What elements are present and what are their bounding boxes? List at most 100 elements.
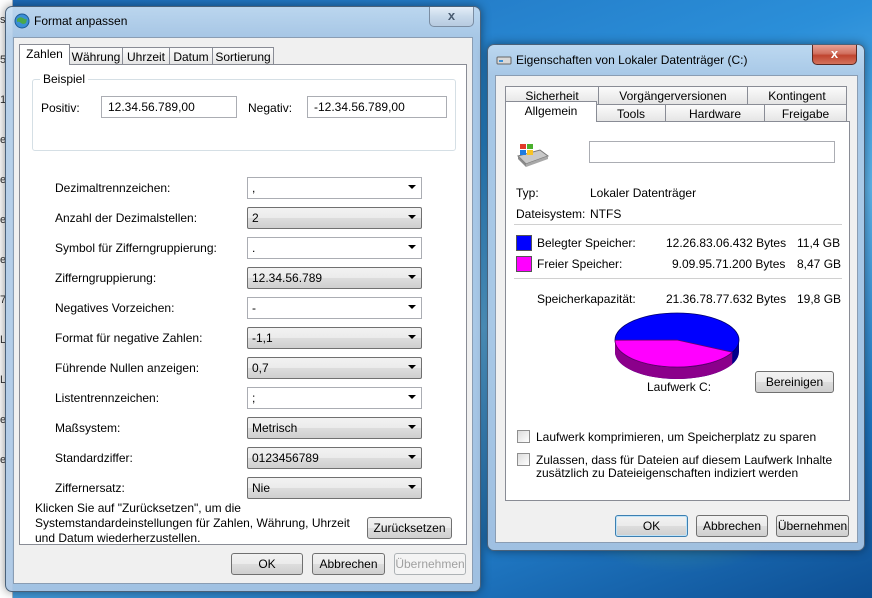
- filesystem-label: Dateisystem:: [516, 207, 586, 221]
- combobox-value: .: [252, 241, 256, 255]
- chevron-down-icon[interactable]: [408, 335, 416, 339]
- tab-sortierung[interactable]: Sortierung: [212, 47, 274, 65]
- tab-zahlen[interactable]: Zahlen: [19, 44, 70, 65]
- tab-tools[interactable]: Tools: [596, 104, 666, 122]
- field-value: 12.34.56.789,00: [108, 100, 195, 114]
- cancel-button[interactable]: Abbrechen: [696, 515, 768, 537]
- tab-label: Vorgängerversionen: [619, 89, 727, 103]
- setting-combobox[interactable]: ,: [247, 177, 422, 199]
- setting-combobox[interactable]: ;: [247, 387, 422, 409]
- chevron-down-icon[interactable]: [408, 215, 416, 219]
- used-space-swatch: [516, 235, 532, 251]
- setting-label: Listentrennzeichen:: [55, 391, 160, 405]
- setting-combobox[interactable]: .: [247, 237, 422, 259]
- combobox-value: Metrisch: [252, 421, 298, 435]
- setting-combobox[interactable]: Nie: [247, 477, 422, 499]
- capacity-label: Speicherkapazität:: [537, 292, 636, 306]
- chevron-down-icon[interactable]: [408, 395, 416, 399]
- ok-button[interactable]: OK: [231, 553, 303, 575]
- combobox-value: 0,7: [252, 361, 269, 375]
- tab-waehrung[interactable]: Währung: [69, 47, 123, 65]
- free-space-size: 8,47 GB: [797, 257, 842, 271]
- separator: [514, 224, 842, 225]
- setting-label: Anzahl der Dezimalstellen:: [55, 211, 198, 225]
- compress-checkbox[interactable]: [517, 430, 530, 443]
- setting-combobox[interactable]: 0,7: [247, 357, 422, 379]
- close-icon: x: [830, 46, 839, 61]
- used-space-label: Belegter Speicher:: [537, 236, 636, 250]
- tab-label: Währung: [71, 50, 121, 64]
- setting-combobox[interactable]: 2: [247, 207, 422, 229]
- apply-button[interactable]: Übernehmen: [776, 515, 849, 537]
- filesystem-value: NTFS: [590, 207, 622, 221]
- drive-name-input[interactable]: [589, 141, 835, 163]
- index-label-line2: zusätzlich zu Dateieigenschaften indizie…: [536, 466, 799, 480]
- index-checkbox[interactable]: [517, 453, 530, 466]
- setting-combobox[interactable]: Metrisch: [247, 417, 422, 439]
- format-dialog-title: Format anpassen: [34, 14, 128, 28]
- combobox-value: 12.34.56.789: [252, 271, 323, 285]
- used-space-size: 11,4 GB: [797, 236, 841, 250]
- tab-hardware[interactable]: Hardware: [665, 104, 765, 122]
- drive-icon: [496, 56, 512, 65]
- compress-label: Laufwerk komprimieren, um Speicherplatz …: [536, 430, 817, 444]
- setting-label: Führende Nullen anzeigen:: [55, 361, 200, 375]
- tab-label: Tools: [616, 107, 645, 121]
- cancel-button[interactable]: Abbrechen: [312, 553, 385, 575]
- usage-pie-chart: [614, 312, 740, 379]
- windows-drive-icon: [517, 144, 550, 167]
- format-dialog-client: Zahlen Währung Uhrzeit Datum Sortierung …: [13, 37, 473, 584]
- setting-label: Maßsystem:: [55, 421, 121, 435]
- capacity-size: 19,8 GB: [797, 292, 842, 306]
- zahlen-tab-panel: Beispiel Positiv: 12.34.56.789,00 Negati…: [19, 64, 467, 545]
- tab-datum[interactable]: Datum: [169, 47, 213, 65]
- tab-vorgaengerversionen[interactable]: Vorgängerversionen: [598, 86, 748, 104]
- setting-label: Negatives Vorzeichen:: [55, 301, 175, 315]
- tab-label: Datum: [173, 50, 209, 64]
- chevron-down-icon[interactable]: [408, 245, 416, 249]
- combobox-value: ;: [252, 391, 256, 405]
- cleanup-button[interactable]: Bereinigen: [755, 371, 834, 393]
- tab-label: Freigabe: [781, 107, 830, 121]
- positive-example-field: 12.34.56.789,00: [101, 96, 237, 118]
- globe-icon: [14, 13, 30, 29]
- setting-combobox[interactable]: -1,1: [247, 327, 422, 349]
- setting-combobox[interactable]: 0123456789: [247, 447, 422, 469]
- ok-button[interactable]: OK: [615, 515, 688, 537]
- setting-combobox[interactable]: 12.34.56.789: [247, 267, 422, 289]
- combobox-value: Nie: [252, 481, 271, 495]
- type-label: Typ:: [516, 186, 539, 200]
- apply-button[interactable]: Übernehmen: [394, 553, 466, 575]
- tab-label: Zahlen: [26, 47, 63, 61]
- tab-label: Allgemein: [524, 104, 578, 118]
- drive-dialog-titlebar[interactable]: Eigenschaften von Lokaler Datenträger (C…: [488, 45, 864, 75]
- tab-kontingent[interactable]: Kontingent: [747, 86, 847, 104]
- tab-allgemein[interactable]: Allgemein: [505, 101, 597, 122]
- chevron-down-icon[interactable]: [408, 185, 416, 189]
- setting-label: Format für negative Zahlen:: [55, 331, 203, 345]
- used-space-bytes: 12.26.83.06.432 Bytes: [666, 236, 787, 250]
- tab-freigabe[interactable]: Freigabe: [764, 104, 847, 122]
- tab-uhrzeit[interactable]: Uhrzeit: [122, 47, 170, 65]
- free-space-label: Freier Speicher:: [537, 257, 623, 271]
- drive-dialog-client: Sicherheit Vorgängerversionen Kontingent…: [495, 75, 858, 543]
- format-dialog-titlebar[interactable]: Format anpassen x: [6, 7, 480, 37]
- reset-button[interactable]: Zurücksetzen: [367, 517, 452, 539]
- positive-label: Positiv:: [41, 101, 80, 115]
- tab-label: Hardware: [688, 107, 742, 121]
- setting-label: Dezimaltrennzeichen:: [55, 181, 171, 195]
- close-icon: x: [447, 8, 456, 23]
- setting-combobox[interactable]: -: [247, 297, 422, 319]
- combobox-value: ,: [252, 181, 256, 195]
- chevron-down-icon[interactable]: [408, 275, 416, 279]
- chevron-down-icon[interactable]: [408, 485, 416, 489]
- chevron-down-icon[interactable]: [408, 425, 416, 429]
- chevron-down-icon[interactable]: [408, 305, 416, 309]
- separator: [514, 278, 842, 279]
- combobox-value: -1,1: [252, 331, 273, 345]
- chevron-down-icon[interactable]: [408, 365, 416, 369]
- tab-label: Uhrzeit: [126, 50, 165, 64]
- format-dialog-close-button[interactable]: x: [429, 7, 474, 27]
- drive-dialog-close-button[interactable]: x: [812, 45, 857, 65]
- chevron-down-icon[interactable]: [408, 455, 416, 459]
